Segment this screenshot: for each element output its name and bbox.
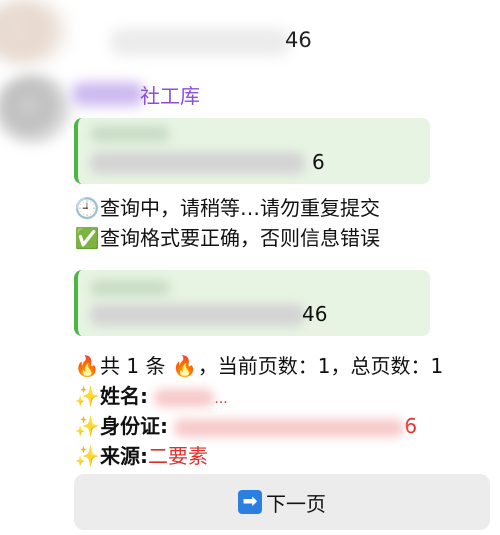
quoted-message[interactable]: 6 <box>74 118 430 184</box>
source-row: ✨来源:二要素 <box>74 440 208 469</box>
clock-icon: 🕘 <box>74 196 100 220</box>
source-value: 二要素 <box>148 444 208 468</box>
next-page-label: 下一页 <box>266 491 326 516</box>
previous-message-blurred <box>110 28 290 56</box>
format-hint-line: ✅查询格式要正确，否则信息错误 <box>74 222 380 251</box>
sender-name[interactable]: 社工库 <box>140 80 200 109</box>
name-value-tail: ... <box>214 391 228 407</box>
sparkle-icon: ✨ <box>74 414 100 438</box>
quoted-text-blurred <box>90 304 305 326</box>
querying-text: 查询中，请稍等…请勿重复提交 <box>100 196 380 220</box>
quoted-text-tail: 46 <box>302 302 328 326</box>
page-info-text: ，当前页数：1，总页数：1 <box>197 354 444 378</box>
sender-name-blurred <box>72 82 144 106</box>
id-value-blurred <box>174 418 405 437</box>
quoted-author-blurred <box>90 126 170 142</box>
name-row: ✨姓名: ... <box>74 380 228 409</box>
bot-avatar[interactable] <box>0 74 72 144</box>
format-hint-text: 查询格式要正确，否则信息错误 <box>100 226 380 250</box>
sparkle-icon: ✨ <box>74 384 100 408</box>
querying-status-line: 🕘查询中，请稍等…请勿重复提交 <box>74 192 380 221</box>
id-value-tail: 6 <box>404 414 418 438</box>
quoted-text-blurred <box>90 152 305 174</box>
next-page-button[interactable]: ➡ 下一页 <box>74 474 490 530</box>
fire-icon: 🔥 <box>172 354 198 378</box>
previous-sender-avatar[interactable] <box>0 0 68 64</box>
quoted-message-2[interactable]: 46 <box>74 270 430 336</box>
name-value-blurred <box>154 388 215 407</box>
result-summary-line: 🔥共 1 条 🔥，当前页数：1，总页数：1 <box>74 350 444 379</box>
quoted-text-tail: 6 <box>312 150 325 174</box>
sparkle-icon: ✨ <box>74 444 100 468</box>
fire-icon: 🔥 <box>74 354 100 378</box>
quoted-author-blurred <box>90 280 170 296</box>
id-label: 身份证: <box>100 414 168 438</box>
source-label: 来源: <box>100 444 148 468</box>
id-row: ✨身份证: 6 <box>74 410 418 439</box>
result-count-text: 共 1 条 <box>100 354 166 378</box>
name-label: 姓名: <box>100 384 148 408</box>
previous-message-tail: 46 <box>285 28 312 52</box>
check-icon: ✅ <box>74 226 100 250</box>
right-arrow-icon: ➡ <box>238 490 262 514</box>
